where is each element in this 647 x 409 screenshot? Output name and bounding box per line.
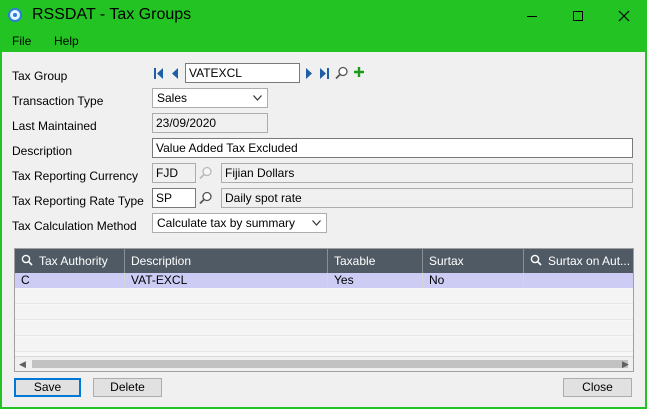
transaction-type-value: Sales [157,91,188,105]
close-window-button[interactable] [601,0,647,31]
column-header-taxable[interactable]: Taxable [328,249,423,273]
close-icon [618,10,630,21]
chevron-down-icon [312,217,321,229]
scrollbar-thumb[interactable] [32,360,628,368]
cell-tax-authority[interactable]: C [15,273,125,288]
empty-row [15,289,633,304]
minimize-button[interactable] [509,0,555,31]
menu-help[interactable]: Help [54,34,79,48]
grid-header: Tax Authority Description Taxable Surtax… [15,249,633,273]
tax-group-finder-button[interactable] [335,66,349,80]
form-area: Tax Group VATEXCL Transaction Type Sales [2,52,645,407]
save-button[interactable]: Save [14,378,81,397]
search-icon[interactable] [530,250,542,273]
horizontal-scrollbar[interactable]: ◀ ▶ [15,356,633,371]
currency-code-field: FJD [152,163,196,183]
tax-calculation-method-value: Calculate tax by summary [157,216,296,230]
rate-type-finder-button[interactable] [199,191,213,205]
tax-reporting-currency-label: Tax Reporting Currency [12,169,139,183]
tax-group-label: Tax Group [12,69,68,83]
column-header-surtax-on-authority[interactable]: Surtax on Aut... [524,249,633,273]
scroll-right-icon[interactable]: ▶ [618,357,633,371]
chevron-down-icon [253,92,262,104]
first-record-button[interactable] [153,68,165,82]
description-label: Description [12,144,73,158]
rate-type-name-field: Daily spot rate [221,188,633,208]
cell-surtax[interactable]: No [423,273,524,288]
previous-record-icon [172,68,178,79]
menu-file[interactable]: File [12,34,31,48]
search-icon[interactable] [21,250,33,273]
column-header-tax-authority[interactable]: Tax Authority [15,249,125,273]
tax-authority-grid[interactable]: Tax Authority Description Taxable Surtax… [14,248,634,372]
cell-description[interactable]: VAT-EXCL [125,273,328,288]
currency-finder-button [199,166,213,180]
previous-record-button[interactable] [169,68,181,82]
tax-calculation-method-label: Tax Calculation Method [12,219,137,233]
tax-group-input[interactable]: VATEXCL [185,63,300,83]
column-header-surtax[interactable]: Surtax [423,249,524,273]
cell-taxable[interactable]: Yes [328,273,423,288]
title-bar[interactable]: RSSDAT - Tax Groups [0,0,647,31]
search-icon [199,191,212,205]
last-record-button[interactable] [318,68,330,82]
last-maintained-label: Last Maintained [12,119,97,133]
scroll-left-icon[interactable]: ◀ [15,357,30,371]
add-icon [354,67,364,77]
transaction-type-label: Transaction Type [12,94,104,108]
tax-calculation-method-select[interactable]: Calculate tax by summary [152,213,327,233]
menu-bar: File Help [0,31,647,51]
transaction-type-select[interactable]: Sales [152,88,268,108]
first-record-icon [154,68,163,79]
add-tax-group-button[interactable] [353,66,365,81]
empty-row [15,337,633,352]
maximize-icon [573,10,583,21]
column-header-description[interactable]: Description [125,249,328,273]
empty-row [15,305,633,320]
column-header-label: Tax Authority [39,254,108,268]
last-maintained-field: 23/09/2020 [152,113,268,133]
next-record-button[interactable] [303,68,315,82]
table-row[interactable]: C VAT-EXCL Yes No [15,273,633,288]
minimize-icon [527,16,537,17]
tax-reporting-rate-type-label: Tax Reporting Rate Type [12,194,144,208]
description-input[interactable]: Value Added Tax Excluded [152,138,633,158]
maximize-button[interactable] [555,0,601,31]
search-icon [335,66,348,80]
rate-type-code-input[interactable]: SP [152,188,196,208]
close-button[interactable]: Close [563,378,632,397]
search-icon [199,166,212,180]
app-icon [8,8,22,22]
cell-surtax-on-authority[interactable] [524,273,633,288]
tax-groups-window: RSSDAT - Tax Groups File Help Tax Group … [0,0,647,409]
empty-row [15,321,633,336]
column-header-label: Surtax on Aut... [548,254,631,268]
delete-button[interactable]: Delete [93,378,162,397]
next-record-icon [306,68,312,79]
last-record-icon [320,68,329,79]
currency-name-field: Fijian Dollars [221,163,633,183]
window-title: RSSDAT - Tax Groups [32,6,192,23]
